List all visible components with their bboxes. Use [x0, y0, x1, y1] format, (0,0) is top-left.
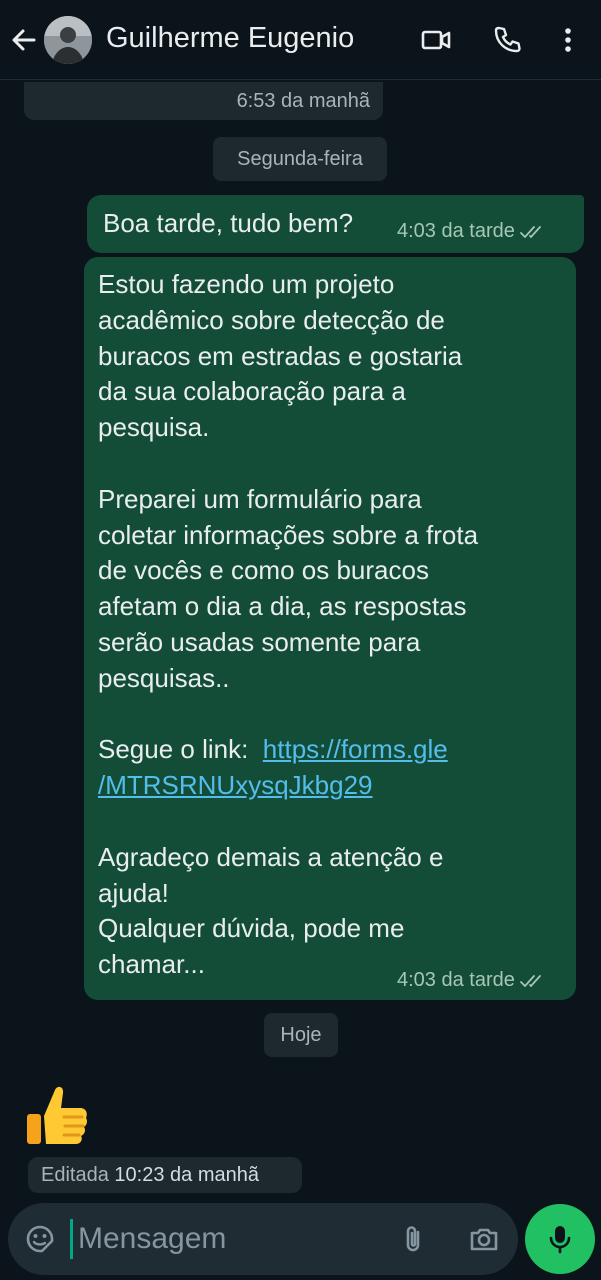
video-call-icon[interactable] [420, 24, 452, 56]
arrow-left-icon[interactable] [8, 24, 40, 56]
sticker-icon[interactable] [24, 1223, 56, 1255]
message-paragraph: Preparei um formulário para coletar infor… [98, 483, 479, 693]
thumbs-up-icon[interactable] [24, 1080, 90, 1150]
message-body: Estou fazendo um projeto acadêmico sobre … [98, 267, 568, 983]
message-bubble-outgoing[interactable]: Boa tarde, tudo bem? 4:03 da tarde [87, 195, 584, 253]
message-input[interactable] [78, 1215, 388, 1263]
chat-header: Guilherme Eugenio [0, 0, 601, 80]
avatar[interactable] [44, 16, 92, 64]
message-paragraph: Segue o link: https://forms.gle/MTRSRNUx… [98, 734, 448, 801]
message-text: Boa tarde, tudo bem? [103, 208, 354, 238]
date-separator: Hoje [264, 1013, 338, 1057]
message-meta: 4:03 da tarde [397, 969, 545, 992]
text-caret [70, 1219, 73, 1259]
form-link[interactable]: /MTRSRNUxysqJkbg29 [98, 770, 373, 800]
message-paragraph: Estou fazendo um projeto acadêmico sobre … [98, 269, 463, 443]
more-vertical-icon[interactable] [552, 24, 584, 56]
message-bubble-outgoing[interactable]: Estou fazendo um projeto acadêmico sobre … [84, 257, 576, 1000]
date-separator: Segunda-feira [213, 137, 387, 181]
message-time: 4:03 da tarde [397, 969, 515, 991]
phone-icon[interactable] [491, 24, 523, 56]
microphone-icon [549, 1226, 571, 1254]
edited-indicator: Editada 10:23 da manhã [28, 1157, 302, 1193]
message-meta: 4:03 da tarde [397, 220, 545, 243]
voice-record-button[interactable] [525, 1204, 595, 1274]
camera-icon[interactable] [468, 1223, 500, 1255]
form-link[interactable]: https://forms.gle [263, 734, 448, 764]
paperclip-icon[interactable] [398, 1223, 430, 1255]
read-receipt-icon [519, 974, 541, 988]
message-time: 4:03 da tarde [397, 220, 515, 242]
contact-name[interactable]: Guilherme Eugenio [106, 22, 354, 55]
message-composer [8, 1203, 518, 1275]
read-receipt-icon [519, 225, 541, 239]
message-paragraph: Agradeço demais a atenção e ajuda! Qualque… [98, 841, 444, 980]
previous-message-timestamp: 6:53 da manhã [24, 82, 383, 120]
